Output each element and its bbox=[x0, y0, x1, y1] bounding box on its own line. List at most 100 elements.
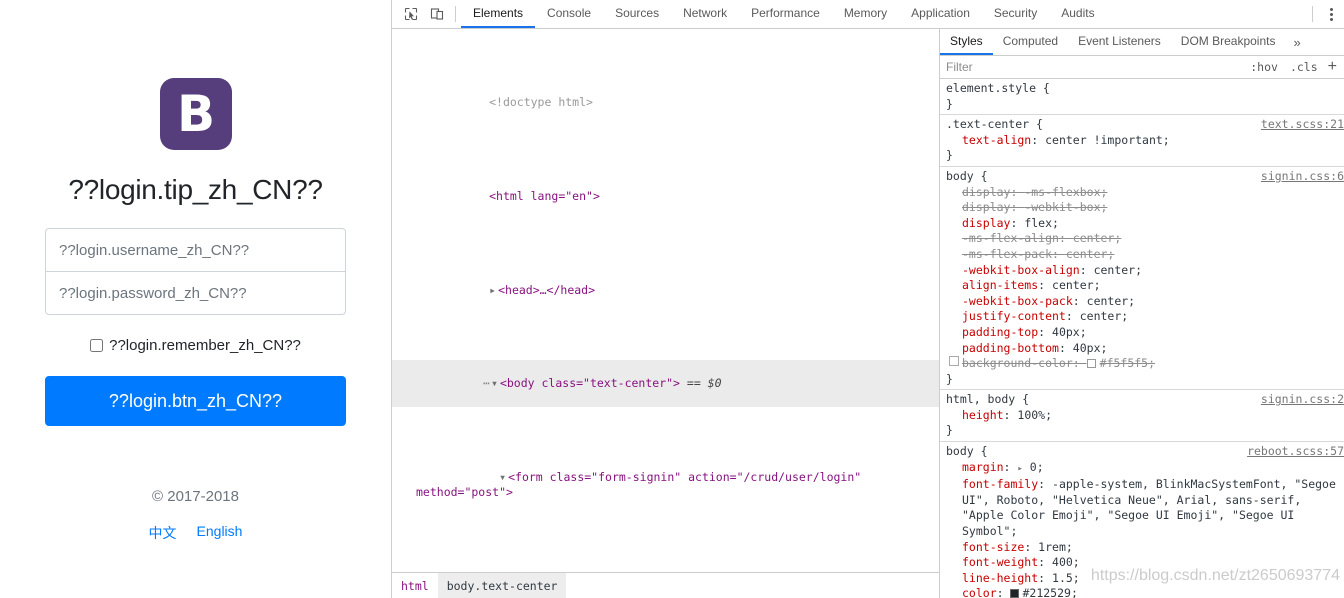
colon: : bbox=[1072, 293, 1087, 308]
style-rule-html-body[interactable]: html, body { signin.css:2 height: 100%; … bbox=[940, 390, 1344, 443]
password-input[interactable] bbox=[45, 271, 346, 315]
style-declaration-margin[interactable]: margin: ▸ 0; bbox=[946, 460, 1344, 478]
colon: : bbox=[1031, 132, 1046, 147]
collapse-arrow-form-icon[interactable]: ▾ bbox=[499, 470, 508, 486]
style-rule-selector: .text-center { text.scss:21 bbox=[946, 117, 1344, 133]
style-declaration-property: display bbox=[962, 200, 1011, 215]
tab-sources[interactable]: Sources bbox=[603, 0, 671, 28]
style-source-link[interactable]: signin.css:6 bbox=[1261, 169, 1344, 185]
language-link-en[interactable]: English bbox=[197, 523, 243, 543]
tab-computed[interactable]: Computed bbox=[993, 29, 1068, 55]
hov-toggle-button[interactable]: :hov bbox=[1244, 56, 1284, 78]
colon: : bbox=[1024, 539, 1039, 554]
dom-line-head[interactable]: ▸ <head>…</head> bbox=[392, 267, 939, 314]
expand-arrow-head-icon[interactable]: ▸ bbox=[489, 283, 498, 299]
style-declaration[interactable]: display: -ms-flexbox; bbox=[946, 185, 1344, 201]
styles-tab-list: Styles Computed Event Listeners DOM Brea… bbox=[940, 29, 1344, 56]
cls-toggle-button[interactable]: .cls bbox=[1284, 56, 1324, 78]
new-style-rule-button[interactable]: + bbox=[1324, 56, 1344, 78]
style-declaration[interactable]: display: flex; bbox=[946, 216, 1344, 232]
style-declaration[interactable]: -ms-flex-align: center; bbox=[946, 231, 1344, 247]
tab-security[interactable]: Security bbox=[982, 0, 1049, 28]
signin-submit-button[interactable]: ??login.btn_zh_CN?? bbox=[45, 376, 346, 426]
style-rule-body-signin[interactable]: body { signin.css:6 display: -ms-flexbox… bbox=[940, 167, 1344, 391]
style-rule-selector-text: element.style { bbox=[946, 81, 1050, 95]
style-declaration-value: 40px; bbox=[1072, 340, 1108, 355]
style-declaration[interactable]: padding-bottom: 40px; bbox=[946, 341, 1344, 357]
tab-network[interactable]: Network bbox=[671, 0, 739, 28]
style-declaration-background-color[interactable]: background-color: #f5f5f5; bbox=[946, 356, 1344, 372]
style-declaration[interactable]: font-size: 1rem; bbox=[946, 540, 1344, 556]
style-source-link[interactable]: signin.css:2 bbox=[1261, 392, 1344, 408]
username-input[interactable] bbox=[45, 228, 346, 272]
style-declaration[interactable]: display: -webkit-box; bbox=[946, 200, 1344, 216]
dom-line-html-open[interactable]: <html lang="en"> bbox=[392, 173, 939, 220]
tab-performance[interactable]: Performance bbox=[739, 0, 832, 28]
style-declaration[interactable]: -ms-flex-pack: center; bbox=[946, 247, 1344, 263]
style-declaration[interactable]: -webkit-box-pack: center; bbox=[946, 294, 1344, 310]
styles-rule-list[interactable]: element.style { } .text-center { text.sc… bbox=[940, 79, 1344, 598]
style-declaration-value: center; bbox=[1086, 293, 1136, 308]
style-declaration-property: font-size bbox=[962, 539, 1025, 554]
collapse-arrow-body-icon[interactable]: ▾ bbox=[491, 376, 500, 392]
color-swatch-icon[interactable] bbox=[1086, 359, 1096, 369]
remember-me-label: ??login.remember_zh_CN?? bbox=[109, 337, 301, 354]
language-links: 中文 English bbox=[149, 523, 243, 543]
colon: : bbox=[1010, 215, 1025, 230]
dom-ellipsis-marker[interactable]: ⋯ bbox=[475, 376, 491, 390]
style-declaration[interactable]: justify-content: center; bbox=[946, 309, 1344, 325]
tab-console[interactable]: Console bbox=[535, 0, 603, 28]
style-declaration-property: text-align bbox=[962, 132, 1032, 147]
colon: : bbox=[1038, 555, 1053, 570]
breadcrumb-item-body[interactable]: body.text-center bbox=[437, 573, 567, 598]
style-declaration-font-family[interactable]: font-family: -apple-system, BlinkMacSyst… bbox=[946, 477, 1344, 539]
color-swatch-icon[interactable] bbox=[1010, 589, 1020, 598]
tab-elements[interactable]: Elements bbox=[461, 0, 536, 28]
style-rule-element-style[interactable]: element.style { } bbox=[940, 79, 1344, 116]
style-declaration[interactable]: padding-top: 40px; bbox=[946, 325, 1344, 341]
dom-line-doctype[interactable]: <!doctype html> bbox=[392, 80, 939, 127]
style-declaration[interactable]: height: 100%; bbox=[946, 408, 1344, 424]
dom-line-body-open[interactable]: ⋯▾ <body class="text-center"> == $0 bbox=[392, 360, 939, 408]
style-declaration-value: 400; bbox=[1052, 555, 1080, 570]
dom-tree[interactable]: <!doctype html> <html lang="en"> ▸ <head>… bbox=[392, 29, 939, 572]
tab-styles[interactable]: Styles bbox=[940, 29, 993, 55]
dom-line-img-1[interactable]: <img class="mb-4" src="/crud/asserts/img… bbox=[392, 563, 939, 572]
style-declaration[interactable]: -webkit-box-align: center; bbox=[946, 263, 1344, 279]
style-rule-text-center[interactable]: .text-center { text.scss:21 text-align: … bbox=[940, 115, 1344, 167]
style-declaration-value: center !important; bbox=[1045, 132, 1170, 147]
style-rule-selector: html, body { signin.css:2 bbox=[946, 392, 1344, 408]
tab-dom-breakpoints[interactable]: DOM Breakpoints bbox=[1171, 29, 1286, 55]
remember-me-checkbox[interactable] bbox=[90, 339, 104, 352]
expand-shorthand-icon[interactable]: ▸ bbox=[1017, 464, 1022, 474]
styles-filter-input[interactable] bbox=[940, 56, 1245, 78]
kebab-menu-icon[interactable] bbox=[1318, 0, 1344, 28]
dom-doctype-text: <!doctype html> bbox=[489, 95, 593, 110]
style-declaration[interactable]: align-items: center; bbox=[946, 278, 1344, 294]
style-declaration-color[interactable]: color: #212529; bbox=[946, 586, 1344, 598]
declaration-disable-checkbox[interactable] bbox=[949, 356, 959, 367]
tab-audits[interactable]: Audits bbox=[1049, 0, 1106, 28]
toggle-device-toolbar-icon[interactable] bbox=[424, 0, 450, 28]
style-rule-body-reboot[interactable]: body { reboot.scss:57 margin: ▸ 0; font-… bbox=[940, 442, 1344, 598]
style-declaration-value: flex; bbox=[1024, 215, 1059, 230]
style-declaration[interactable]: line-height: 1.5; bbox=[946, 571, 1344, 587]
tab-memory[interactable]: Memory bbox=[832, 0, 899, 28]
breadcrumb-item-html[interactable]: html bbox=[392, 573, 438, 598]
tab-application[interactable]: Application bbox=[899, 0, 982, 28]
style-source-link[interactable]: text.scss:21 bbox=[1261, 117, 1344, 133]
style-declaration[interactable]: text-align: center !important; bbox=[946, 133, 1344, 149]
devtools-toolbar: Elements Console Sources Network Perform… bbox=[392, 0, 1344, 29]
style-source-link[interactable]: reboot.scss:57 bbox=[1247, 444, 1344, 460]
dom-line-form-open[interactable]: ▾ <form class="form-signin" action="/crud… bbox=[392, 454, 939, 516]
inspect-element-icon[interactable] bbox=[398, 0, 424, 28]
style-declaration-property: line-height bbox=[962, 570, 1039, 585]
style-declaration-value: 0; bbox=[1029, 459, 1044, 474]
breadcrumb: html body.text-center bbox=[392, 572, 939, 598]
tab-event-listeners[interactable]: Event Listeners bbox=[1068, 29, 1171, 55]
style-declaration-property: -ms-flex-pack bbox=[962, 246, 1053, 261]
more-tabs-icon[interactable]: » bbox=[1285, 29, 1308, 55]
style-declaration-value: -webkit-box; bbox=[1024, 200, 1108, 215]
style-declaration[interactable]: font-weight: 400; bbox=[946, 555, 1344, 571]
language-link-zh[interactable]: 中文 bbox=[149, 523, 177, 543]
